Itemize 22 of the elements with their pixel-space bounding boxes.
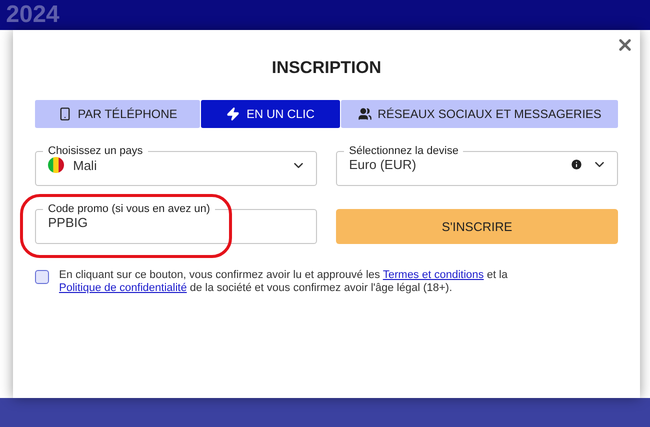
tab[interactable]: EN UN CLIC xyxy=(201,100,340,128)
background-heading: 2024 xyxy=(6,2,60,28)
field-label: Code promo (si vous en avez un) xyxy=(47,203,212,215)
consent-text: En cliquant sur ce bouton, vous confirmez avoir lu et approuvé les Termes et conditions et la Politique de confidentialité de la société et vous confirmez avoir l'âge légal (18+). xyxy=(59,269,509,295)
users-icon xyxy=(358,107,372,121)
info-icon[interactable] xyxy=(570,158,583,171)
smartphone-icon xyxy=(58,107,72,121)
currency-select[interactable]: Sélectionnez la devise Euro (EUR) xyxy=(336,145,618,186)
promo-code-field[interactable]: Code promo (si vous en avez un) PPBIG xyxy=(35,203,317,244)
terms-link[interactable]: Politique de confidentialité xyxy=(59,282,187,294)
flag-icon xyxy=(48,157,64,173)
terms-link[interactable]: Termes et conditions xyxy=(382,269,484,281)
tab[interactable]: RÉSEAUX SOCIAUX ET MESSAGERIES xyxy=(341,100,618,128)
dialog-title: INSCRIPTION xyxy=(270,58,382,78)
register-button[interactable]: S'INSCRIRE xyxy=(336,209,618,244)
field-label: Choisissez un pays xyxy=(47,145,144,157)
field-label: Sélectionnez la devise xyxy=(348,145,460,157)
tab[interactable]: PAR TÉLÉPHONE xyxy=(35,100,200,128)
lightning-icon xyxy=(226,107,240,121)
close-button[interactable] xyxy=(616,36,634,54)
consent-checkbox[interactable] xyxy=(35,270,49,284)
country-select[interactable]: Choisissez un pays Mali xyxy=(35,145,317,186)
